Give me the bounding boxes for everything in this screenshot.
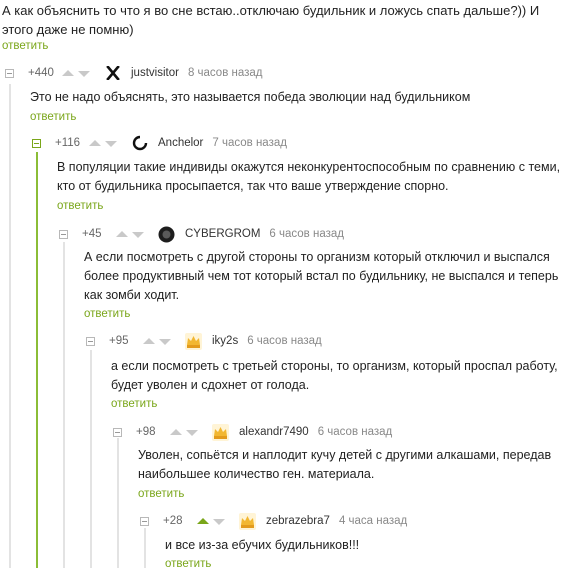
rating: +95 <box>109 335 129 347</box>
collapse-toggle-icon[interactable] <box>59 229 68 239</box>
username[interactable]: zebrazebra7 <box>266 515 330 527</box>
reply-link[interactable]: ответить <box>138 488 184 500</box>
timestamp[interactable]: 6 часов назад <box>318 426 393 438</box>
comment-text: и все из-за ебучих будильников!!! <box>165 538 360 552</box>
comment-header: +95 iky2s 6 часов назад <box>86 332 322 350</box>
thread-line[interactable] <box>90 350 92 568</box>
downvote-icon[interactable] <box>132 231 144 238</box>
username[interactable]: CYBERGROM <box>185 228 260 240</box>
downvote-icon[interactable] <box>213 518 225 525</box>
reply-link[interactable]: ответить <box>30 111 76 123</box>
reply-link[interactable]: ответить <box>165 558 211 570</box>
comment-header: +98 alexandr7490 6 часов назад <box>113 423 392 441</box>
parent-comment-text: А как объяснить то что я во сне встаю..о… <box>2 3 540 37</box>
comment-header: +116 Anchelor 7 часов назад <box>32 134 287 152</box>
rating: +28 <box>163 515 183 527</box>
thread-line-active[interactable] <box>36 152 38 568</box>
dark-avatar-icon[interactable] <box>158 226 175 243</box>
crown-avatar-icon[interactable] <box>185 332 202 350</box>
upvote-icon[interactable] <box>143 337 155 344</box>
rating: +440 <box>28 67 54 79</box>
collapse-toggle-icon[interactable] <box>32 138 41 148</box>
timestamp[interactable]: 4 часа назад <box>339 515 407 527</box>
comment-text: Это не надо объяснять, это называется по… <box>30 90 471 104</box>
timestamp[interactable]: 6 часов назад <box>269 228 344 240</box>
comment-header: +45 CYBERGROM 6 часов назад <box>59 225 344 243</box>
reply-link[interactable]: ответить <box>84 308 130 320</box>
downvote-icon[interactable] <box>105 140 117 147</box>
collapse-toggle-icon[interactable] <box>5 68 14 78</box>
crown-avatar-icon[interactable] <box>212 423 229 441</box>
ring-avatar-icon[interactable] <box>131 135 148 152</box>
comment-text: В популяции такие индивиды окажутся неко… <box>57 160 561 193</box>
thread-line[interactable] <box>63 242 65 568</box>
upvote-icon[interactable] <box>170 428 182 435</box>
reply-link[interactable]: ответить <box>111 398 157 410</box>
reply-link[interactable]: ответить <box>57 200 103 212</box>
comment-text: а если посмотреть с третьей стороны, то … <box>111 359 558 392</box>
rating: +116 <box>55 137 81 149</box>
crown-avatar-icon[interactable] <box>239 512 256 530</box>
username[interactable]: iky2s <box>212 335 238 347</box>
comment-text: Уволен, сопьётся и наплодит кучу детей с… <box>138 448 552 481</box>
username[interactable]: justvisitor <box>131 67 179 79</box>
upvote-icon[interactable] <box>116 230 128 237</box>
collapse-toggle-icon[interactable] <box>140 516 149 526</box>
comment-header: +28 zebrazebra7 4 часа назад <box>140 512 407 530</box>
collapse-toggle-icon[interactable] <box>113 427 122 437</box>
reply-link[interactable]: ответить <box>2 40 48 52</box>
comment-text: А если посмотреть с другой стороны то ор… <box>84 250 559 302</box>
thread-line[interactable] <box>117 438 119 568</box>
timestamp[interactable]: 8 часов назад <box>188 67 263 79</box>
timestamp[interactable]: 7 часов назад <box>212 137 287 149</box>
downvote-icon[interactable] <box>186 429 198 436</box>
comment-header: +440 justvisitor 8 часов назад <box>5 64 263 82</box>
upvote-icon[interactable] <box>62 69 74 76</box>
thread-line[interactable] <box>144 528 146 568</box>
upvote-icon[interactable] <box>197 517 209 524</box>
rating: +45 <box>82 228 102 240</box>
downvote-icon[interactable] <box>78 70 90 77</box>
collapse-toggle-icon[interactable] <box>86 336 95 346</box>
x-logo-avatar-icon[interactable] <box>104 65 121 82</box>
timestamp[interactable]: 6 часов назад <box>247 335 322 347</box>
thread-line[interactable] <box>9 84 11 568</box>
username[interactable]: alexandr7490 <box>239 426 309 438</box>
upvote-icon[interactable] <box>89 139 101 146</box>
rating: +98 <box>136 426 156 438</box>
downvote-icon[interactable] <box>159 338 171 345</box>
username[interactable]: Anchelor <box>158 137 203 149</box>
